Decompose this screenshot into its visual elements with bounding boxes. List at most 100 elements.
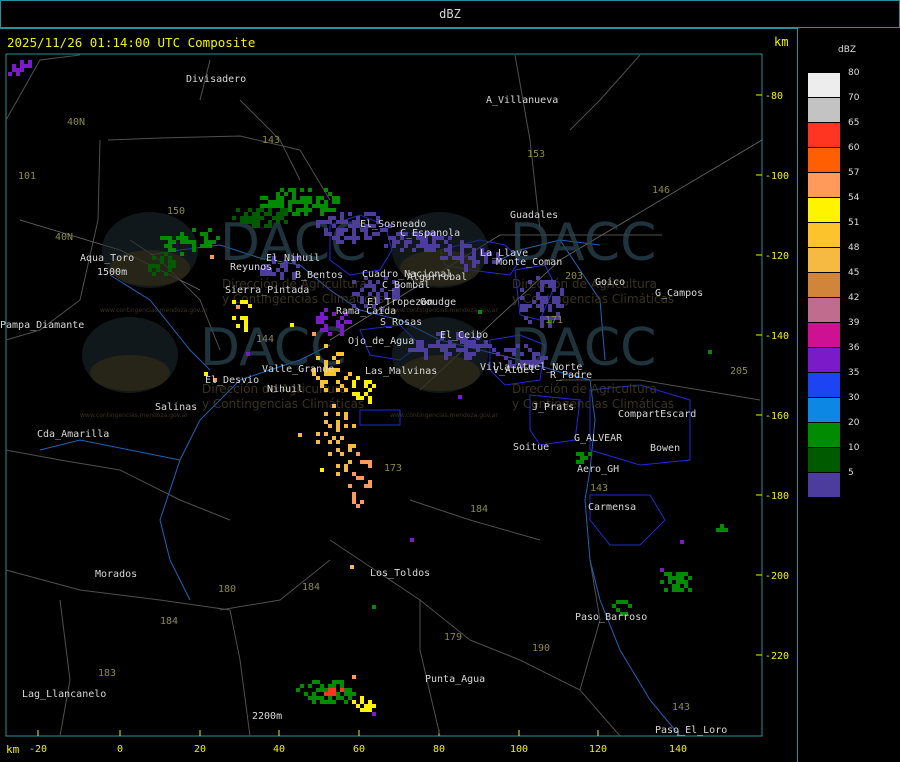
radar-echo: [460, 256, 464, 260]
radar-echo: [376, 292, 380, 296]
radar-echo: [668, 580, 672, 584]
timestamp: 2025/11/26 01:14:00 UTC Composite: [7, 35, 256, 50]
radar-echo: [460, 260, 464, 264]
radar-echo: [316, 204, 320, 208]
radar-echo: [424, 248, 428, 252]
radar-echo: [360, 696, 364, 700]
radar-echo: [676, 580, 680, 584]
radar-echo: [232, 300, 236, 304]
radar-echo: [316, 376, 320, 380]
radar-echo: [444, 240, 448, 244]
legend-unit: dBZ: [838, 45, 857, 55]
radar-echo: [680, 540, 684, 544]
route-number: 150: [167, 206, 185, 217]
radar-echo: [444, 256, 448, 260]
radar-echo: [276, 220, 280, 224]
radar-echo: [552, 296, 556, 300]
radar-echo: [252, 220, 256, 224]
radar-echo: [152, 256, 156, 260]
radar-echo: [478, 310, 482, 314]
radar-echo: [210, 255, 214, 259]
radar-echo: [516, 344, 520, 348]
place-label: Morados: [95, 569, 137, 580]
radar-echo: [428, 244, 432, 248]
radar-echo: [324, 316, 328, 320]
radar-echo: [360, 460, 364, 464]
radar-echo: [208, 228, 212, 232]
legend-value: 20: [848, 418, 860, 428]
radar-echo: [316, 688, 320, 692]
radar-echo: [452, 344, 456, 348]
place-label: Pampa_Diamante: [0, 320, 84, 331]
radar-echo: [28, 60, 32, 64]
radar-echo: [168, 264, 172, 268]
radar-echo: [184, 236, 188, 240]
x-tick-label: 20: [194, 744, 206, 755]
radar-echo: [520, 304, 524, 308]
radar-echo: [540, 300, 544, 304]
radar-echo: [324, 692, 328, 696]
radar-echo: [168, 240, 172, 244]
radar-echo: [248, 216, 252, 220]
place-label: Soitue: [513, 442, 549, 453]
radar-echo: [688, 576, 692, 580]
radar-echo: [680, 580, 684, 584]
radar-echo: [244, 220, 248, 224]
radar-echo: [276, 212, 280, 216]
radar-echo: [180, 232, 184, 236]
radar-echo: [464, 348, 468, 352]
radar-echo: [376, 232, 380, 236]
legend-value: 70: [848, 93, 860, 103]
radar-echo: [240, 216, 244, 220]
place-label: B_Bentos: [295, 270, 343, 281]
radar-echo: [320, 208, 324, 212]
radar-echo: [352, 492, 356, 496]
radar-echo: [364, 212, 368, 216]
radar-echo: [336, 228, 340, 232]
place-label: Valle_Grande: [262, 364, 334, 375]
radar-echo: [372, 284, 376, 288]
radar-echo: [212, 240, 216, 244]
radar-map[interactable]: -20 0 20 40 60 80 100 120 140-80-100-120-140-160…: [0, 0, 900, 761]
radar-echo: [524, 316, 528, 320]
place-label: Carmensa: [588, 502, 636, 513]
radar-echo: [460, 244, 464, 248]
radar-echo: [528, 304, 532, 308]
radar-echo: [344, 376, 348, 380]
radar-echo: [16, 72, 20, 76]
radar-echo: [292, 200, 296, 204]
radar-echo: [528, 320, 532, 324]
radar-echo: [496, 352, 500, 356]
boundary-line: [569, 54, 641, 131]
radar-echo: [328, 220, 332, 224]
radar-echo: [344, 424, 348, 428]
radar-echo: [304, 204, 308, 208]
radar-echo: [324, 328, 328, 332]
radar-echo: [312, 696, 316, 700]
radar-echo: [424, 348, 428, 352]
legend-swatch: [808, 348, 840, 372]
radar-echo: [344, 412, 348, 416]
radar-echo: [348, 484, 352, 488]
radar-echo: [260, 204, 264, 208]
radar-echo: [556, 300, 560, 304]
radar-echo: [244, 320, 248, 324]
radar-echo: [392, 244, 396, 248]
x-tick-label: 100: [510, 744, 528, 755]
radar-echo: [332, 196, 336, 200]
route-number: 101: [18, 171, 36, 182]
radar-echo: [288, 188, 292, 192]
radar-echo: [20, 64, 24, 68]
radar-echo: [408, 240, 412, 244]
radar-echo: [408, 348, 412, 352]
radar-echo: [336, 320, 340, 324]
radar-echo: [368, 708, 372, 712]
radar-echo: [340, 696, 344, 700]
radar-echo: [340, 228, 344, 232]
radar-echo: [368, 280, 372, 284]
radar-echo: [332, 700, 336, 704]
radar-echo: [364, 384, 368, 388]
x-tick-label: 0: [117, 744, 123, 755]
y-tick-label: -180: [765, 491, 789, 502]
km-axis-label-bottom: km: [6, 743, 20, 756]
